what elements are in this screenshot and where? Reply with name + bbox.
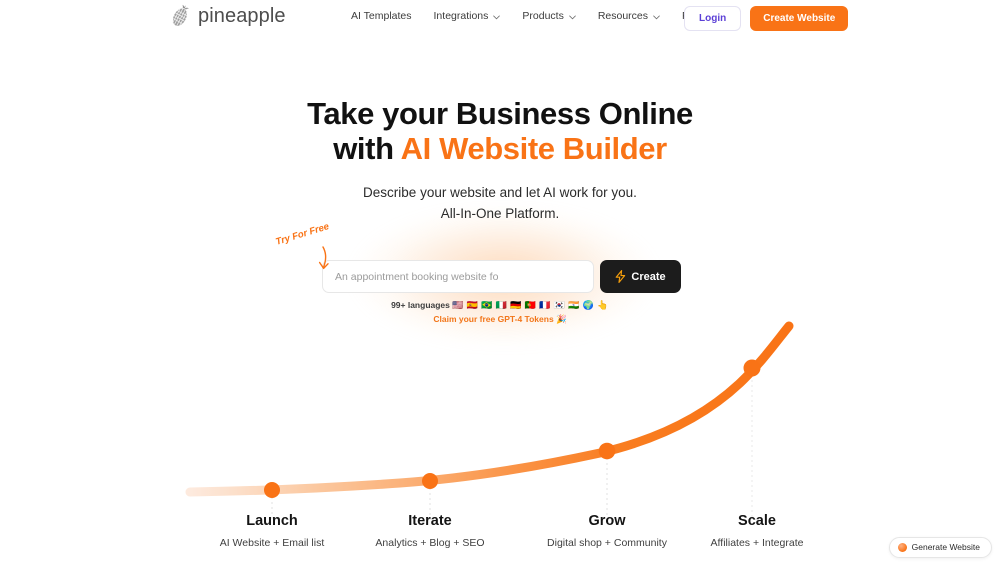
stage-description: Digital shop + Community: [547, 537, 667, 549]
stage-launch: Launch AI Website + Email list: [220, 512, 325, 550]
languages-label: 99+ languages: [391, 300, 450, 310]
nav-link-label: AI Templates: [351, 10, 412, 22]
page-title: Take your Business Online with AI Websit…: [0, 96, 1000, 166]
website-prompt-input[interactable]: [322, 260, 594, 293]
stage-iterate: Iterate Analytics + Blog + SEO: [375, 512, 484, 550]
create-button-label: Create: [631, 270, 666, 283]
nav-link-label: Resources: [597, 10, 649, 22]
chart-droplines: [271, 370, 753, 520]
hero-section: Take your Business Online with AI Websit…: [0, 96, 1000, 224]
chart-milestone-dots: [264, 359, 761, 498]
brand-logo[interactable]: pineapple: [169, 4, 286, 28]
chart-dot-launch: [264, 482, 280, 498]
nav-link-products[interactable]: Products: [511, 9, 586, 23]
nav-link-label: Integrations: [433, 10, 489, 22]
language-flags: 🇺🇸 🇪🇸 🇧🇷 🇮🇹 🇩🇪 🇵🇹 🇫🇷 🇰🇷 🇮🇳 🌍 👆: [452, 300, 609, 310]
chart-dot-scale: [743, 359, 761, 377]
chevron-down-icon: [493, 15, 501, 19]
stage-title: Iterate: [408, 513, 452, 529]
subtitle-line-2: All-In-One Platform.: [440, 206, 560, 221]
generate-website-badge-label: Generate Website: [911, 542, 980, 552]
stage-title: Grow: [588, 513, 626, 529]
stage-grow: Grow Digital shop + Community: [547, 512, 667, 550]
claim-tokens-link[interactable]: Claim your free GPT-4 Tokens 🎉: [0, 314, 1000, 325]
headline-line-1: Take your Business Online: [307, 96, 693, 131]
nav-actions: Login Create Website: [684, 6, 849, 31]
create-website-button[interactable]: Create Website: [750, 6, 849, 31]
stage-title: Scale: [738, 513, 776, 529]
subtitle-line-1: Describe your website and let AI work fo…: [363, 185, 637, 200]
generate-website-badge[interactable]: Generate Website: [888, 537, 992, 558]
stage-description: AI Website + Email list: [219, 537, 325, 549]
lightning-bolt-icon: [616, 270, 626, 283]
chevron-down-icon: [569, 15, 576, 19]
stage-description: Affiliates + Integrate: [710, 537, 804, 549]
stage-title: Launch: [246, 513, 298, 529]
stage-description: Analytics + Blog + SEO: [375, 537, 485, 549]
chart-dot-iterate: [422, 473, 438, 489]
login-button[interactable]: Login: [684, 6, 742, 31]
nav-link-label: Products: [522, 10, 564, 22]
growth-curve-line: [185, 321, 794, 497]
headline-prefix: with: [333, 131, 401, 166]
nav-link-resources[interactable]: Resources: [587, 9, 671, 23]
brand-name: pineapple: [198, 4, 286, 27]
nav-link-integrations[interactable]: Integrations: [423, 9, 512, 23]
languages-line: 99+ languages 🇺🇸 🇪🇸 🇧🇷 🇮🇹 🇩🇪 🇵🇹 🇫🇷 🇰🇷 🇮🇳…: [0, 300, 1000, 311]
nav-link-ai-templates[interactable]: AI Templates: [340, 9, 423, 23]
headline-accent: AI Website Builder: [400, 131, 668, 166]
chart-dot-grow: [598, 442, 616, 460]
top-navigation-bar: pineapple AI Templates Integrations Prod…: [0, 0, 1000, 34]
prompt-search-row: Create: [322, 260, 681, 293]
stage-scale: Scale Affiliates + Integrate: [711, 512, 804, 550]
nav-links: AI Templates Integrations Products Resou…: [340, 9, 725, 23]
landing-page: pineapple AI Templates Integrations Prod…: [0, 0, 1000, 563]
orange-circle-icon: [897, 543, 907, 552]
pineapple-icon: [172, 4, 189, 27]
create-button[interactable]: Create: [600, 260, 681, 293]
chevron-down-icon: [653, 15, 660, 19]
hero-subtitle: Describe your website and let AI work fo…: [0, 182, 1000, 224]
headline-line-2: with AI Website Builder: [0, 131, 1000, 166]
